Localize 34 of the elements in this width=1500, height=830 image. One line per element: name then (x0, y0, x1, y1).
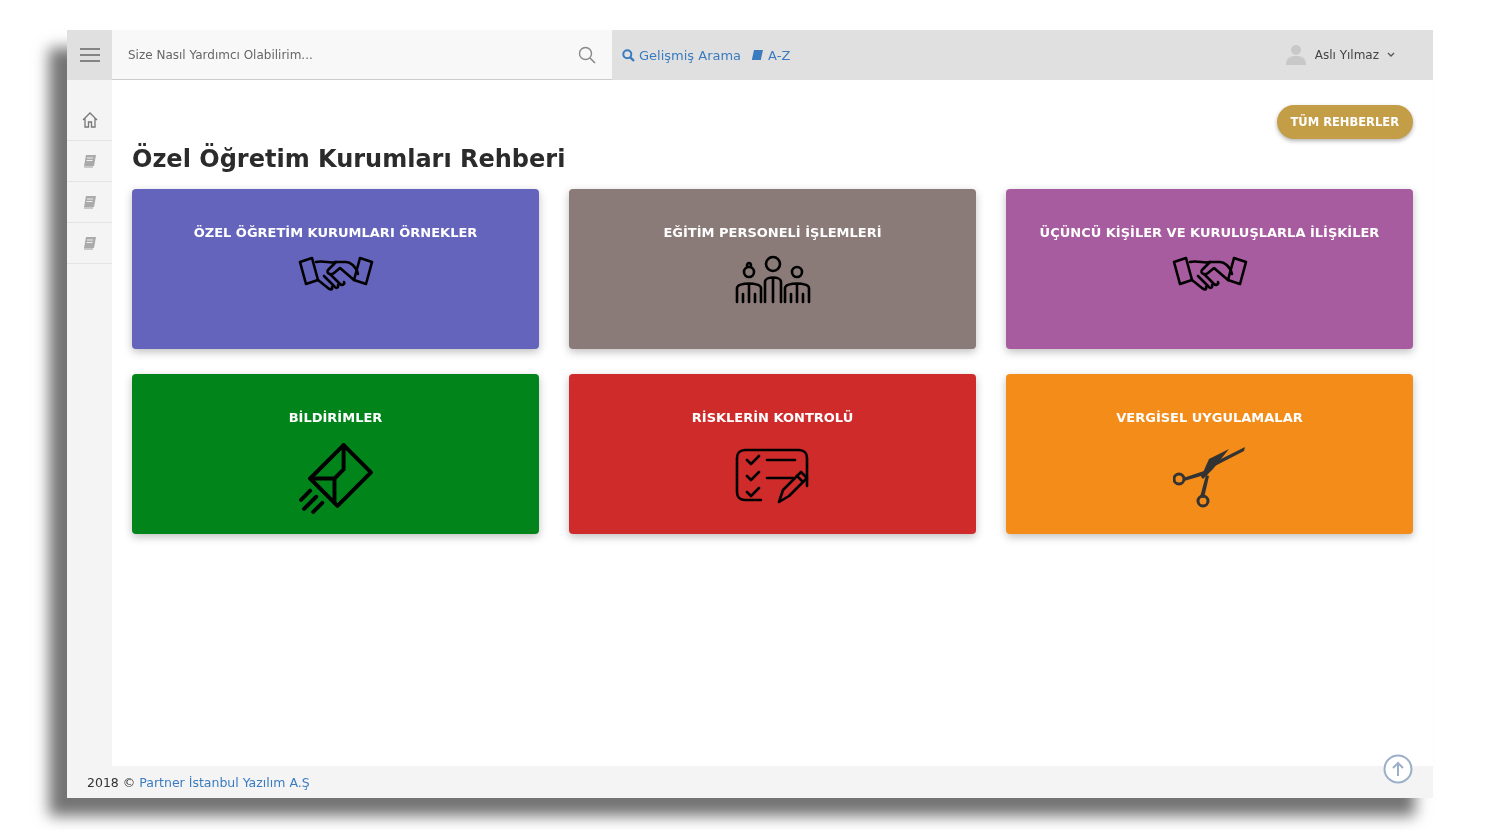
user-name[interactable]: Aslı Yılmaz (1314, 48, 1379, 62)
card-title: RİSKLERİN KONTROLÜ (691, 410, 854, 425)
handshake-icon (297, 254, 374, 292)
handshake-icon (1171, 254, 1248, 292)
people-icon (734, 254, 811, 304)
company-link[interactable]: Partner İstanbul Yazılım A.Ş (139, 774, 310, 790)
book-icon (81, 235, 98, 251)
book-icon (751, 49, 765, 61)
page-title: Özel Öğretim Kurumları Rehberi (132, 145, 567, 173)
card-title: EĞİTİM PERSONELİ İŞLEMLERİ (663, 225, 882, 240)
search-icon (622, 48, 635, 62)
book-icon (81, 153, 98, 169)
home-icon (80, 111, 99, 129)
guide-card[interactable]: VERGİSEL UYGULAMALAR (1006, 374, 1413, 534)
scroll-top-button[interactable] (1383, 754, 1413, 784)
header-link[interactable]: Gelişmiş Arama (622, 30, 742, 80)
header-link[interactable]: A-Z (751, 30, 791, 80)
card-title: ÜÇÜNCÜ KİŞİLER VE KURULUŞLARLA İLİŞKİLER (1039, 225, 1380, 240)
guide-card[interactable]: ÜÇÜNCÜ KİŞİLER VE KURULUŞLARLA İLİŞKİLER (1006, 189, 1413, 349)
all-guides-button[interactable]: TÜM REHBERLER (1276, 105, 1413, 139)
caret-icon (1387, 52, 1395, 58)
guide-card[interactable]: ÖZEL ÖĞRETİM KURUMLARI ÖRNEKLER (132, 189, 539, 349)
user-avatar-icon (1284, 44, 1307, 66)
card-title: VERGİSEL UYGULAMALAR (1116, 410, 1303, 425)
card-title: BİLDİRİMLER (288, 410, 383, 425)
guide-card[interactable]: EĞİTİM PERSONELİ İŞLEMLERİ (569, 189, 976, 349)
search-icon (578, 46, 596, 64)
copyright-text: 2018 © (87, 774, 136, 790)
book-icon (81, 194, 98, 210)
search-field[interactable]: Size Nasıl Yardımcı Olabilirim... (112, 30, 612, 80)
card-title: ÖZEL ÖĞRETİM KURUMLARI ÖRNEKLER (193, 225, 478, 240)
guide-card[interactable]: RİSKLERİN KONTROLÜ (569, 374, 976, 534)
guide-card[interactable]: BİLDİRİMLER (132, 374, 539, 534)
menu-icon (79, 48, 100, 62)
